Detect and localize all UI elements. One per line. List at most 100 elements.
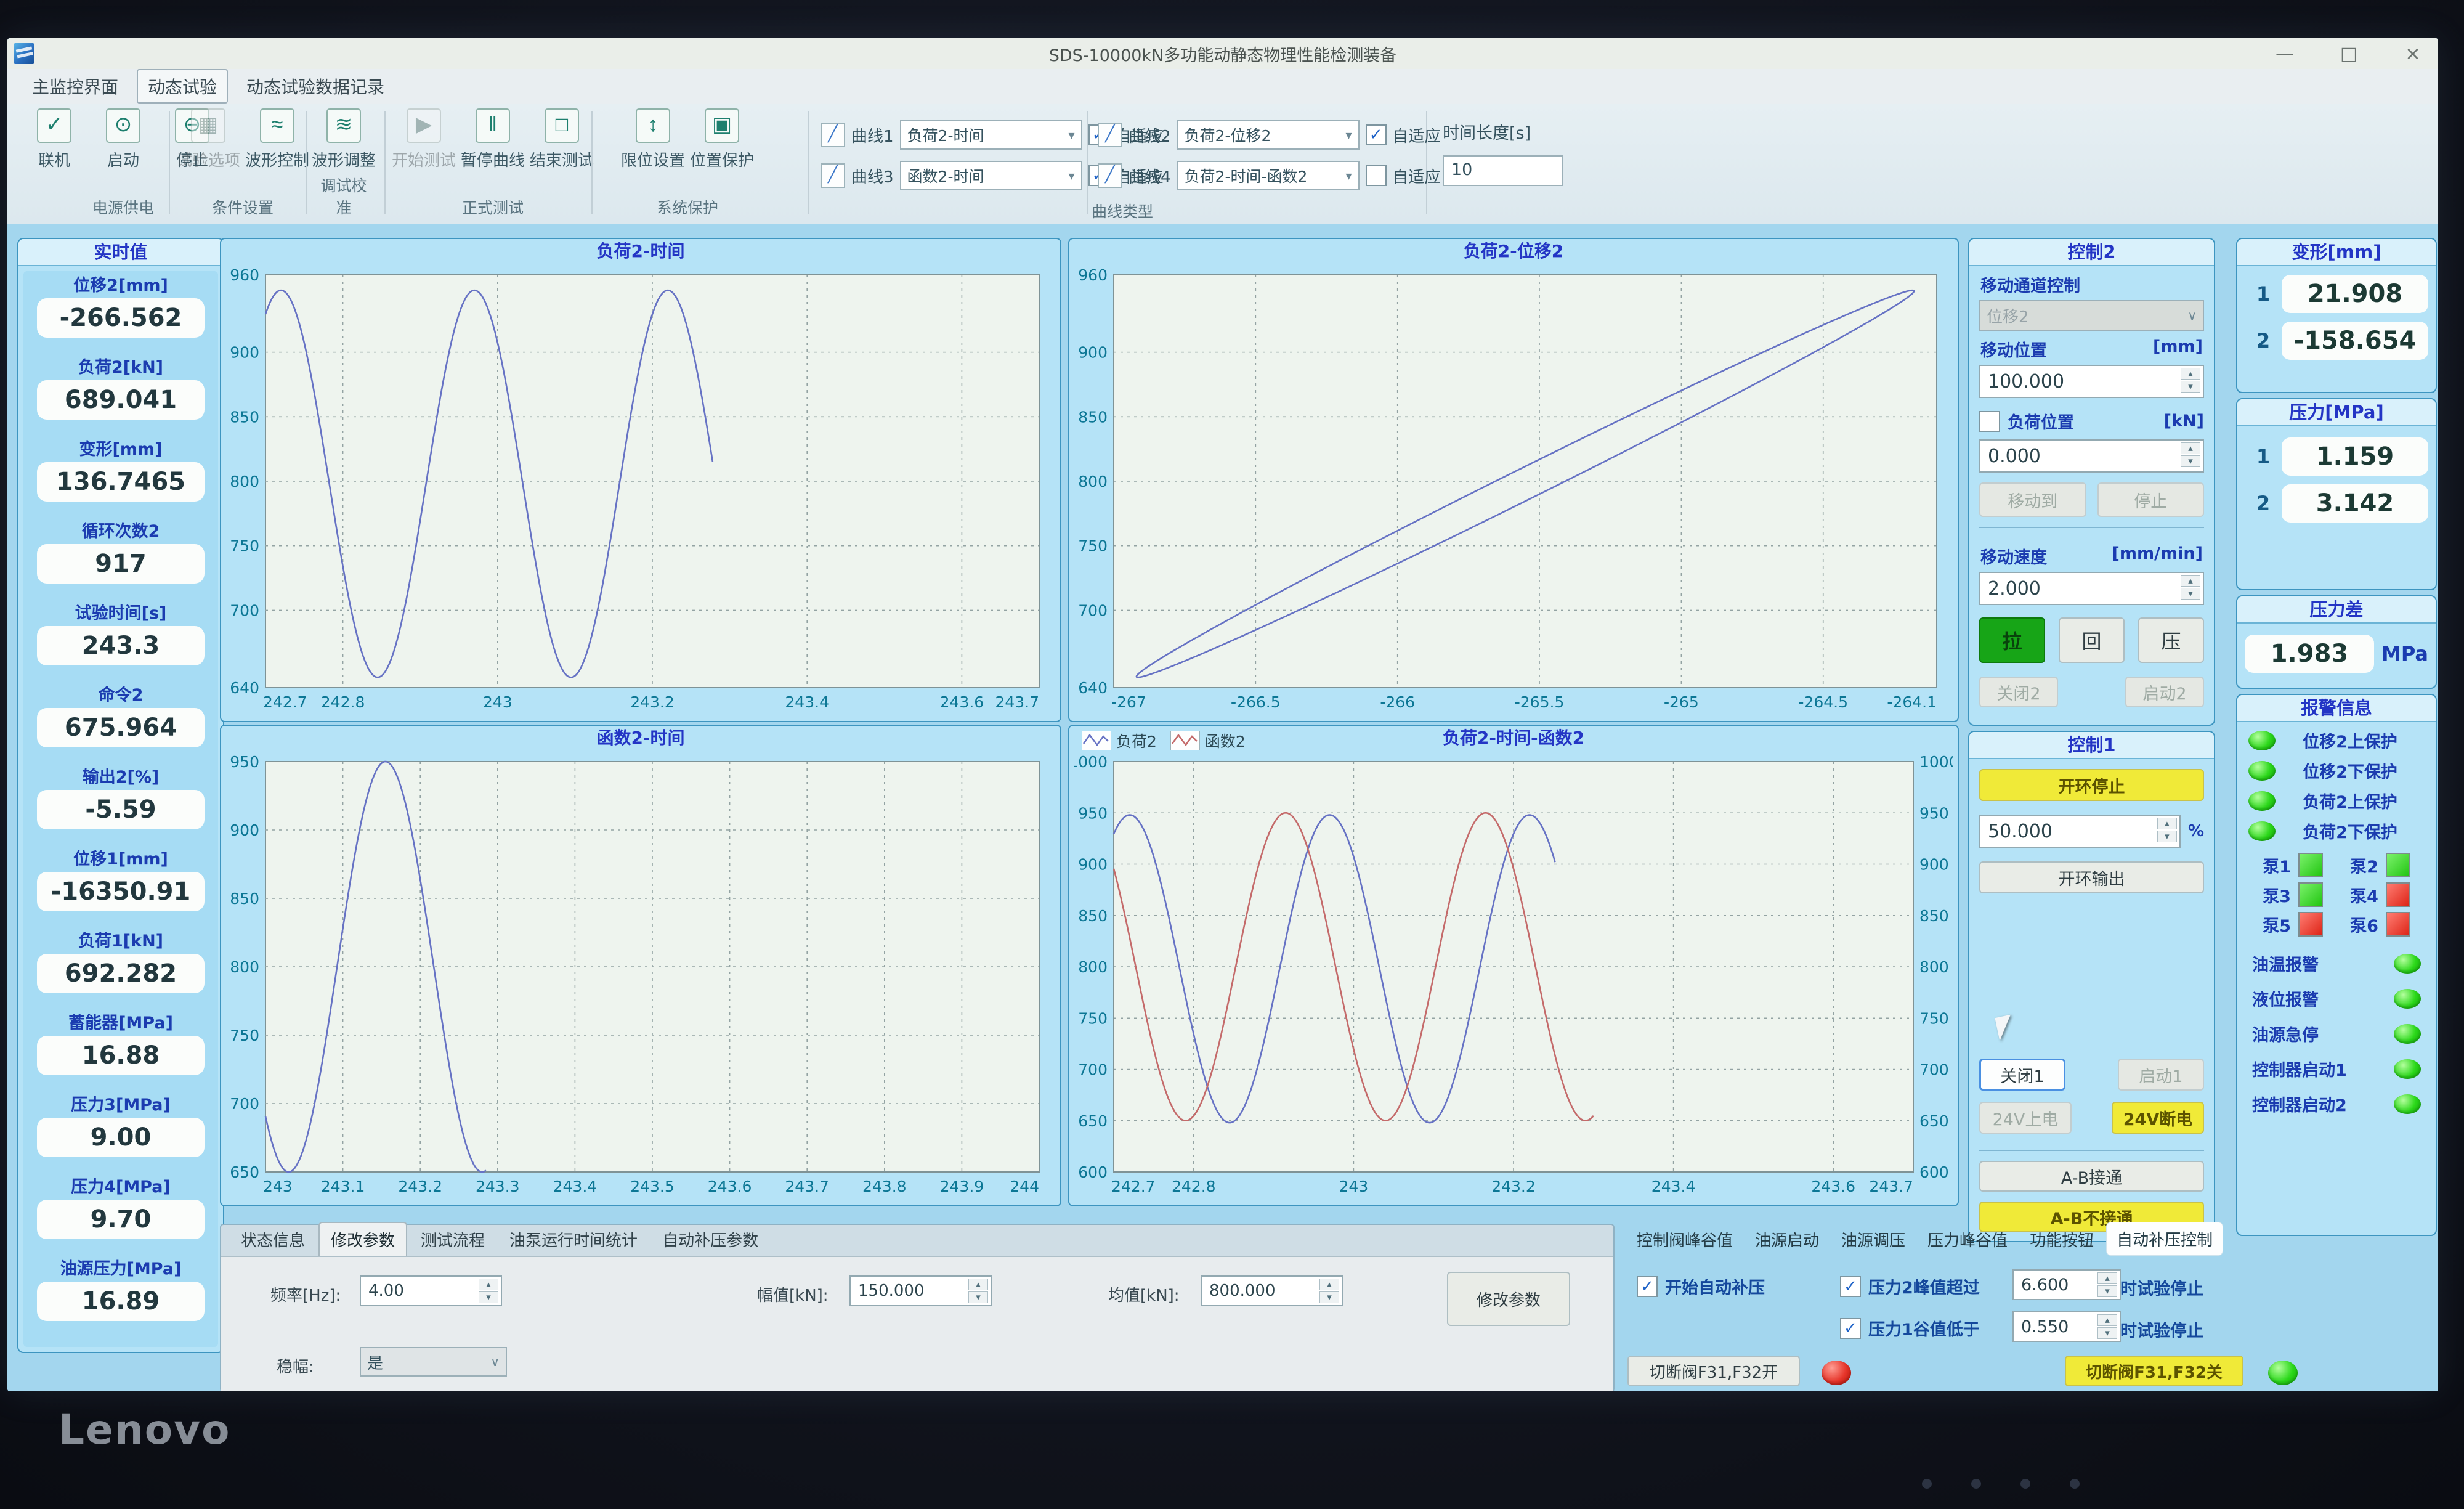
ab-connect-button[interactable]: A-B接通 — [1979, 1161, 2204, 1192]
bottom-left-tab-3[interactable]: 油泵运行时间统计 — [498, 1223, 649, 1256]
spinner-down-icon[interactable]: ▾ — [2097, 1327, 2117, 1339]
minimize-button[interactable]: — — [2271, 43, 2299, 65]
toolbar-button-0-0[interactable]: ✓联机 — [25, 108, 84, 171]
control1-title: 控制1 — [1969, 732, 2214, 759]
spinner-down-icon[interactable]: ▾ — [2157, 831, 2177, 842]
spinner-up-icon[interactable]: ▴ — [2181, 368, 2200, 380]
spinner-up-icon[interactable]: ▴ — [1319, 1279, 1339, 1290]
bottom-right-tab-3[interactable]: 压力峰谷值 — [1918, 1223, 2017, 1256]
pump-label: 泵5 — [2263, 913, 2291, 937]
menu-tab-2[interactable]: 动态试验数据记录 — [237, 70, 394, 102]
toolbar-button-1-0[interactable]: ▦试验选项 — [179, 108, 238, 171]
load-pos-input[interactable]: 0.000 ▴▾ — [1979, 439, 2204, 473]
bottom-right-tab-0[interactable]: 控制阀峰谷值 — [1627, 1223, 1743, 1256]
spinner-up-icon[interactable]: ▴ — [968, 1279, 988, 1290]
open-loop-percent-input[interactable]: 50.000 ▴▾ — [1979, 815, 2181, 848]
toolbar-button-4-1[interactable]: ▣位置保护 — [692, 108, 752, 171]
close-button[interactable]: × — [2399, 43, 2427, 65]
spinner-down-icon[interactable]: ▾ — [2097, 1285, 2117, 1297]
adaptive-checkbox[interactable] — [1366, 165, 1387, 186]
close2-button[interactable]: 关闭2 — [1979, 677, 2058, 707]
p1-valley-input[interactable]: 0.550 ▴▾ — [2012, 1311, 2121, 1342]
bottom-left-tab-0[interactable]: 状态信息 — [230, 1223, 316, 1256]
open-loop-stop-button[interactable]: 开环停止 — [1979, 769, 2204, 801]
move-channel-label: 移动通道控制 — [1980, 272, 2080, 296]
amp-input[interactable]: 150.000 ▴▾ — [849, 1275, 992, 1306]
spinner-down-icon[interactable]: ▾ — [1319, 1291, 1339, 1303]
spinner-down-icon[interactable]: ▾ — [479, 1291, 498, 1303]
curve-select[interactable]: 负荷2-时间▾ — [900, 120, 1082, 150]
bottom-right-tab-2[interactable]: 油源调压 — [1831, 1223, 1915, 1256]
curve-select[interactable]: 函数2-时间▾ — [900, 161, 1082, 190]
adaptive-checkbox[interactable]: ✓ — [1366, 124, 1387, 145]
p2-peak-input[interactable]: 6.600 ▴▾ — [2012, 1269, 2121, 1300]
spinner-down-icon[interactable]: ▾ — [968, 1291, 988, 1303]
chart-load2-time: 负荷2-时间242.7242.8243243.2243.4243.6243.76… — [220, 238, 1061, 722]
realtime-field-label: 命令2 — [99, 683, 144, 708]
spinner-up-icon[interactable]: ▴ — [2181, 575, 2200, 587]
move-channel-select[interactable]: 位移2 ∨ — [1979, 300, 2204, 331]
bottom-right-tab-1[interactable]: 油源启动 — [1745, 1223, 1829, 1256]
spinner-down-icon[interactable]: ▾ — [2181, 588, 2200, 600]
maximize-button[interactable]: □ — [2335, 43, 2363, 65]
move-to-button[interactable]: 移动到 — [1979, 482, 2086, 517]
time-length-input[interactable]: 10 — [1443, 155, 1563, 186]
p2-peak-value: 6.600 — [2021, 1275, 2069, 1295]
spinner-down-icon[interactable]: ▾ — [2181, 455, 2200, 467]
stable-amp-select[interactable]: 是 ∨ — [360, 1347, 507, 1377]
bottom-right-tab-4[interactable]: 功能按钮 — [2020, 1223, 2104, 1256]
toolbar-button-4-0[interactable]: ↕限位设置 — [623, 108, 683, 171]
menu-tab-1[interactable]: 动态试验 — [137, 69, 228, 104]
pull-button[interactable]: 拉 — [1979, 617, 2045, 663]
p2-peak-checkbox[interactable]: ✓ — [1840, 1276, 1861, 1297]
toolbar-button-1-1[interactable]: ≈波形控制 — [248, 108, 307, 171]
time-length-label: 时间长度[s] — [1443, 120, 1531, 144]
realtime-field-value: 16.89 — [37, 1282, 205, 1321]
move-stop-button[interactable]: 停止 — [2097, 482, 2205, 517]
curve-select[interactable]: 负荷2-时间-函数2▾ — [1177, 161, 1360, 190]
start1-button[interactable]: 启动1 — [2118, 1059, 2204, 1091]
svg-text:900: 900 — [1919, 856, 1949, 874]
freq-input[interactable]: 4.00 ▴▾ — [360, 1275, 502, 1306]
start2-button[interactable]: 启动2 — [2125, 677, 2204, 707]
svg-text:-266: -266 — [1380, 693, 1415, 711]
mean-input[interactable]: 800.000 ▴▾ — [1201, 1275, 1343, 1306]
spinner-up-icon[interactable]: ▴ — [2157, 818, 2177, 829]
svg-text:900: 900 — [1078, 344, 1108, 362]
move-pos-input[interactable]: 100.000 ▴▾ — [1979, 365, 2204, 398]
v24-off-button[interactable]: 24V断电 — [2112, 1102, 2204, 1134]
return-button[interactable]: 回 — [2059, 617, 2125, 663]
bottom-right-tab-5[interactable]: 自动补压控制 — [2106, 1222, 2223, 1256]
modify-params-button[interactable]: 修改参数 — [1447, 1272, 1570, 1326]
menu-tab-0[interactable]: 主监控界面 — [22, 70, 128, 102]
spinner-up-icon[interactable]: ▴ — [2097, 1272, 2117, 1284]
toolbar-button-0-1[interactable]: ⊙启动 — [94, 108, 153, 171]
toolbar-button-2-0[interactable]: ≋波形调整 — [314, 108, 373, 171]
spinner-up-icon[interactable]: ▴ — [2097, 1314, 2117, 1326]
legend-name: 负荷2 — [1116, 730, 1157, 752]
toolbar-button-3-2[interactable]: □结束测试 — [532, 108, 591, 171]
toolbar-group-2: ≋波形调整调试校准 — [314, 108, 373, 221]
bottom-left-tab-2[interactable]: 测试流程 — [410, 1223, 496, 1256]
open-loop-output-button[interactable]: 开环输出 — [1979, 861, 2204, 893]
close1-button[interactable]: 关闭1 — [1979, 1059, 2065, 1091]
valve-open-button[interactable]: 切断阀F31,F32开 — [1627, 1356, 1800, 1386]
auto-pressure-checkbox[interactable]: ✓ — [1637, 1276, 1658, 1297]
p1-valley-checkbox[interactable]: ✓ — [1840, 1318, 1861, 1339]
bottom-left-tab-1[interactable]: 修改参数 — [318, 1222, 407, 1256]
spinner-up-icon[interactable]: ▴ — [479, 1279, 498, 1290]
toolbar-button-3-0[interactable]: ▶开始测试 — [394, 108, 453, 171]
bottom-left-tab-4[interactable]: 自动补压参数 — [651, 1223, 769, 1256]
v24-on-button[interactable]: 24V上电 — [1979, 1102, 2072, 1134]
press-button[interactable]: 压 — [2138, 617, 2204, 663]
svg-text:850: 850 — [1919, 907, 1949, 925]
alarm-status-row-4: 控制器启动2 — [2252, 1092, 2421, 1116]
toolbar-button-3-1[interactable]: ‖暂停曲线 — [463, 108, 522, 171]
move-speed-input[interactable]: 2.000 ▴▾ — [1979, 572, 2204, 605]
load-pos-checkbox[interactable] — [1979, 411, 2000, 432]
curve-select[interactable]: 负荷2-位移2▾ — [1177, 120, 1360, 150]
spinner-down-icon[interactable]: ▾ — [2181, 381, 2200, 393]
realtime-field-label: 负荷2[kN] — [78, 356, 163, 380]
valve-close-button[interactable]: 切断阀F31,F32关 — [2065, 1356, 2243, 1386]
spinner-up-icon[interactable]: ▴ — [2181, 442, 2200, 454]
